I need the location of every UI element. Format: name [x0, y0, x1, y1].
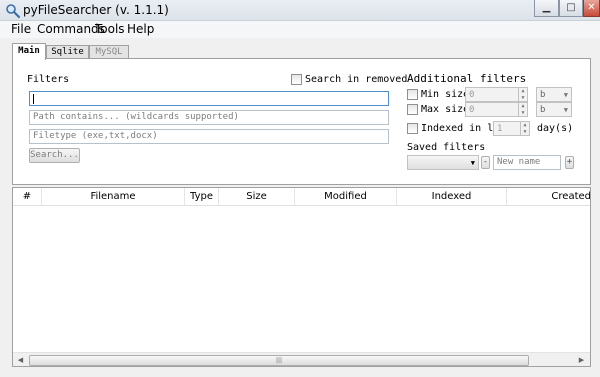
- table-header: # Filename Type Size Modified Indexed Cr…: [13, 188, 590, 206]
- spin-arrows-icon[interactable]: ▲ ▼: [518, 88, 527, 101]
- days-unit-label: day(s): [537, 123, 574, 134]
- menu-tools[interactable]: Tools: [95, 22, 125, 36]
- search-in-removed-label: Search in removed: [305, 74, 408, 85]
- column-header-size[interactable]: Size: [219, 188, 295, 206]
- column-header-type[interactable]: Type: [185, 188, 219, 206]
- tab-sqlite[interactable]: Sqlite: [46, 45, 89, 59]
- spin-arrows-icon[interactable]: ▲ ▼: [518, 103, 527, 116]
- text-caret: [33, 94, 34, 104]
- tab-mysql[interactable]: MySQL: [89, 45, 129, 59]
- min-size-spinbox[interactable]: 0 ▲ ▼: [465, 87, 528, 102]
- max-size-unit-select[interactable]: b ▼: [536, 102, 572, 117]
- search-in-removed-checkbox[interactable]: [291, 74, 302, 85]
- min-size-unit-select[interactable]: b ▼: [536, 87, 572, 102]
- column-header-modified[interactable]: Modified: [295, 188, 397, 206]
- window-title: pyFileSearcher (v. 1.1.1): [23, 3, 169, 17]
- saved-filters-label: Saved filters: [407, 142, 486, 153]
- column-header-filename[interactable]: Filename: [42, 188, 185, 206]
- close-button[interactable]: ✕: [583, 0, 600, 17]
- title-bar: pyFileSearcher (v. 1.1.1) ▁ □ ✕: [0, 0, 600, 21]
- minimize-button[interactable]: ▁: [534, 0, 559, 17]
- column-header-number[interactable]: #: [13, 188, 42, 206]
- max-size-checkbox[interactable]: [407, 104, 418, 115]
- filters-label: Filters: [27, 74, 70, 85]
- indexed-in-last-checkbox[interactable]: [407, 123, 418, 134]
- column-header-indexed[interactable]: Indexed: [397, 188, 507, 206]
- search-button[interactable]: Search...: [29, 148, 80, 163]
- min-size-checkbox[interactable]: [407, 89, 418, 100]
- min-size-value: 0: [469, 90, 475, 100]
- main-panel: Filters Search in removed Path contains.…: [12, 58, 591, 185]
- additional-filters-label: Additional filters: [407, 72, 527, 85]
- saved-filters-select[interactable]: ▼: [407, 155, 479, 170]
- path-contains-input[interactable]: Path contains... (wildcards supported): [29, 110, 389, 125]
- min-size-unit-value: b: [540, 90, 546, 100]
- max-size-unit-value: b: [540, 105, 546, 115]
- scroll-left-icon[interactable]: ◀: [13, 353, 28, 366]
- scroll-right-icon[interactable]: ▶: [574, 353, 589, 366]
- max-size-value: 0: [469, 105, 475, 115]
- menu-bar: File Commands Tools Help: [0, 21, 600, 38]
- menu-file[interactable]: File: [11, 22, 31, 36]
- remove-saved-filter-button[interactable]: -: [481, 156, 490, 169]
- indexed-days-value: 1: [497, 124, 503, 134]
- spin-arrows-icon[interactable]: ▲ ▼: [520, 122, 529, 135]
- horizontal-scrollbar[interactable]: ◀ ||| ▶: [13, 352, 590, 366]
- max-size-spinbox[interactable]: 0 ▲ ▼: [465, 102, 528, 117]
- scrollbar-thumb[interactable]: |||: [29, 355, 529, 366]
- new-filter-name-input[interactable]: New name: [493, 155, 561, 170]
- dropdown-arrow-icon: ▼: [563, 91, 568, 99]
- dropdown-arrow-icon: ▼: [470, 159, 475, 167]
- filetype-input[interactable]: Filetype (exe,txt,docx): [29, 129, 389, 144]
- add-saved-filter-button[interactable]: +: [565, 156, 574, 169]
- column-header-created[interactable]: Created: [507, 188, 590, 206]
- maximize-button[interactable]: □: [559, 0, 583, 17]
- magnifier-app-icon: [5, 3, 21, 19]
- dropdown-arrow-icon: ▼: [563, 106, 568, 114]
- name-filter-input[interactable]: [29, 91, 389, 106]
- menu-help[interactable]: Help: [127, 22, 154, 36]
- tab-main[interactable]: Main: [12, 43, 46, 60]
- results-table[interactable]: # Filename Type Size Modified Indexed Cr…: [12, 187, 591, 367]
- indexed-days-spinbox[interactable]: 1 ▲ ▼: [493, 121, 530, 136]
